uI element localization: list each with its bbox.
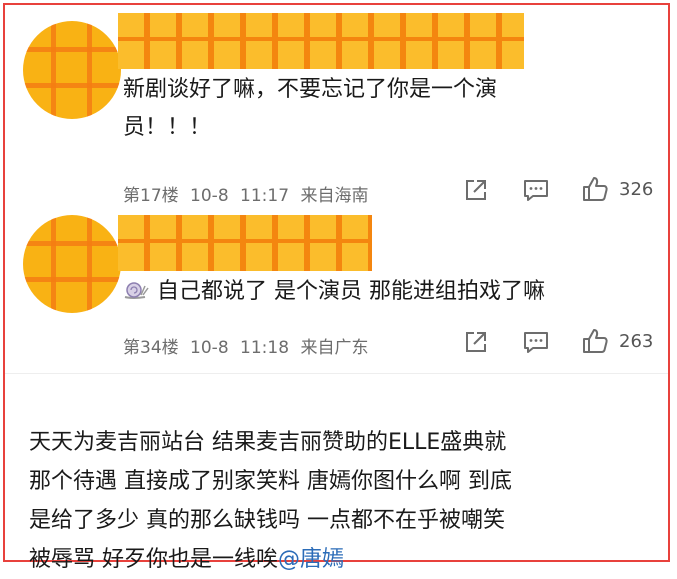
like-button[interactable]: 326 xyxy=(581,175,653,203)
comment-date: 10-8 xyxy=(190,186,229,206)
like-count: 326 xyxy=(619,178,654,200)
like-count: 263 xyxy=(619,330,654,352)
share-button[interactable] xyxy=(463,177,489,203)
mention-link[interactable]: @唐嫣 xyxy=(278,547,344,572)
avatar[interactable] xyxy=(23,215,121,313)
floor-number: 第17楼 xyxy=(123,186,179,206)
post-line: 被辱骂 好歹你也是一线唉@唐嫣 xyxy=(29,547,345,572)
comment-icon xyxy=(524,332,548,353)
username-censored[interactable] xyxy=(118,215,372,271)
comment-icon xyxy=(524,180,548,201)
comment-location: 来自广东 xyxy=(300,338,369,358)
comment-meta: 第34楼 10-8 11:18 来自广东 xyxy=(123,333,368,358)
like-icon xyxy=(583,329,608,353)
share-icon xyxy=(466,180,486,200)
like-button[interactable]: 263 xyxy=(581,327,653,355)
screenshot-frame: 新剧谈好了嘛，不要忘记了你是一个演 员！！！ 第17楼 10-8 11:17 来… xyxy=(3,3,670,572)
post-line: 是给了多少 真的那么缺钱吗 一点都不在乎被嘲笑 xyxy=(29,508,505,533)
post-line: 天天为麦吉丽站台 结果麦吉丽赞助的ELLE盛典就 xyxy=(29,430,507,455)
reply-button[interactable] xyxy=(522,177,550,203)
avatar[interactable] xyxy=(23,21,121,119)
floor-number: 第34楼 xyxy=(123,338,179,358)
share-icon xyxy=(466,332,486,352)
comment-time: 11:18 xyxy=(240,338,290,358)
comment-text: 自己都说了 是个演员 那能进组拍戏了嘛 xyxy=(123,273,545,311)
post-text: 天天为麦吉丽站台 结果麦吉丽赞助的ELLE盛典就 那个待遇 直接成了别家笑料 唐… xyxy=(29,423,649,579)
snail-emoji-icon xyxy=(123,275,149,299)
reply-button[interactable] xyxy=(522,329,550,355)
comment-text: 新剧谈好了嘛，不要忘记了你是一个演 员！！！ xyxy=(123,77,498,140)
post-line: 那个待遇 直接成了别家笑料 唐嫣你图什么啊 到底 xyxy=(29,469,512,494)
comment-location: 来自海南 xyxy=(300,186,369,206)
like-icon xyxy=(583,177,608,201)
username-censored[interactable] xyxy=(118,13,524,69)
comment-time: 11:17 xyxy=(240,186,290,206)
section-divider xyxy=(5,373,668,374)
share-button[interactable] xyxy=(463,329,489,355)
comment-date: 10-8 xyxy=(190,338,229,358)
comment-meta: 第17楼 10-8 11:17 来自海南 xyxy=(123,181,368,206)
